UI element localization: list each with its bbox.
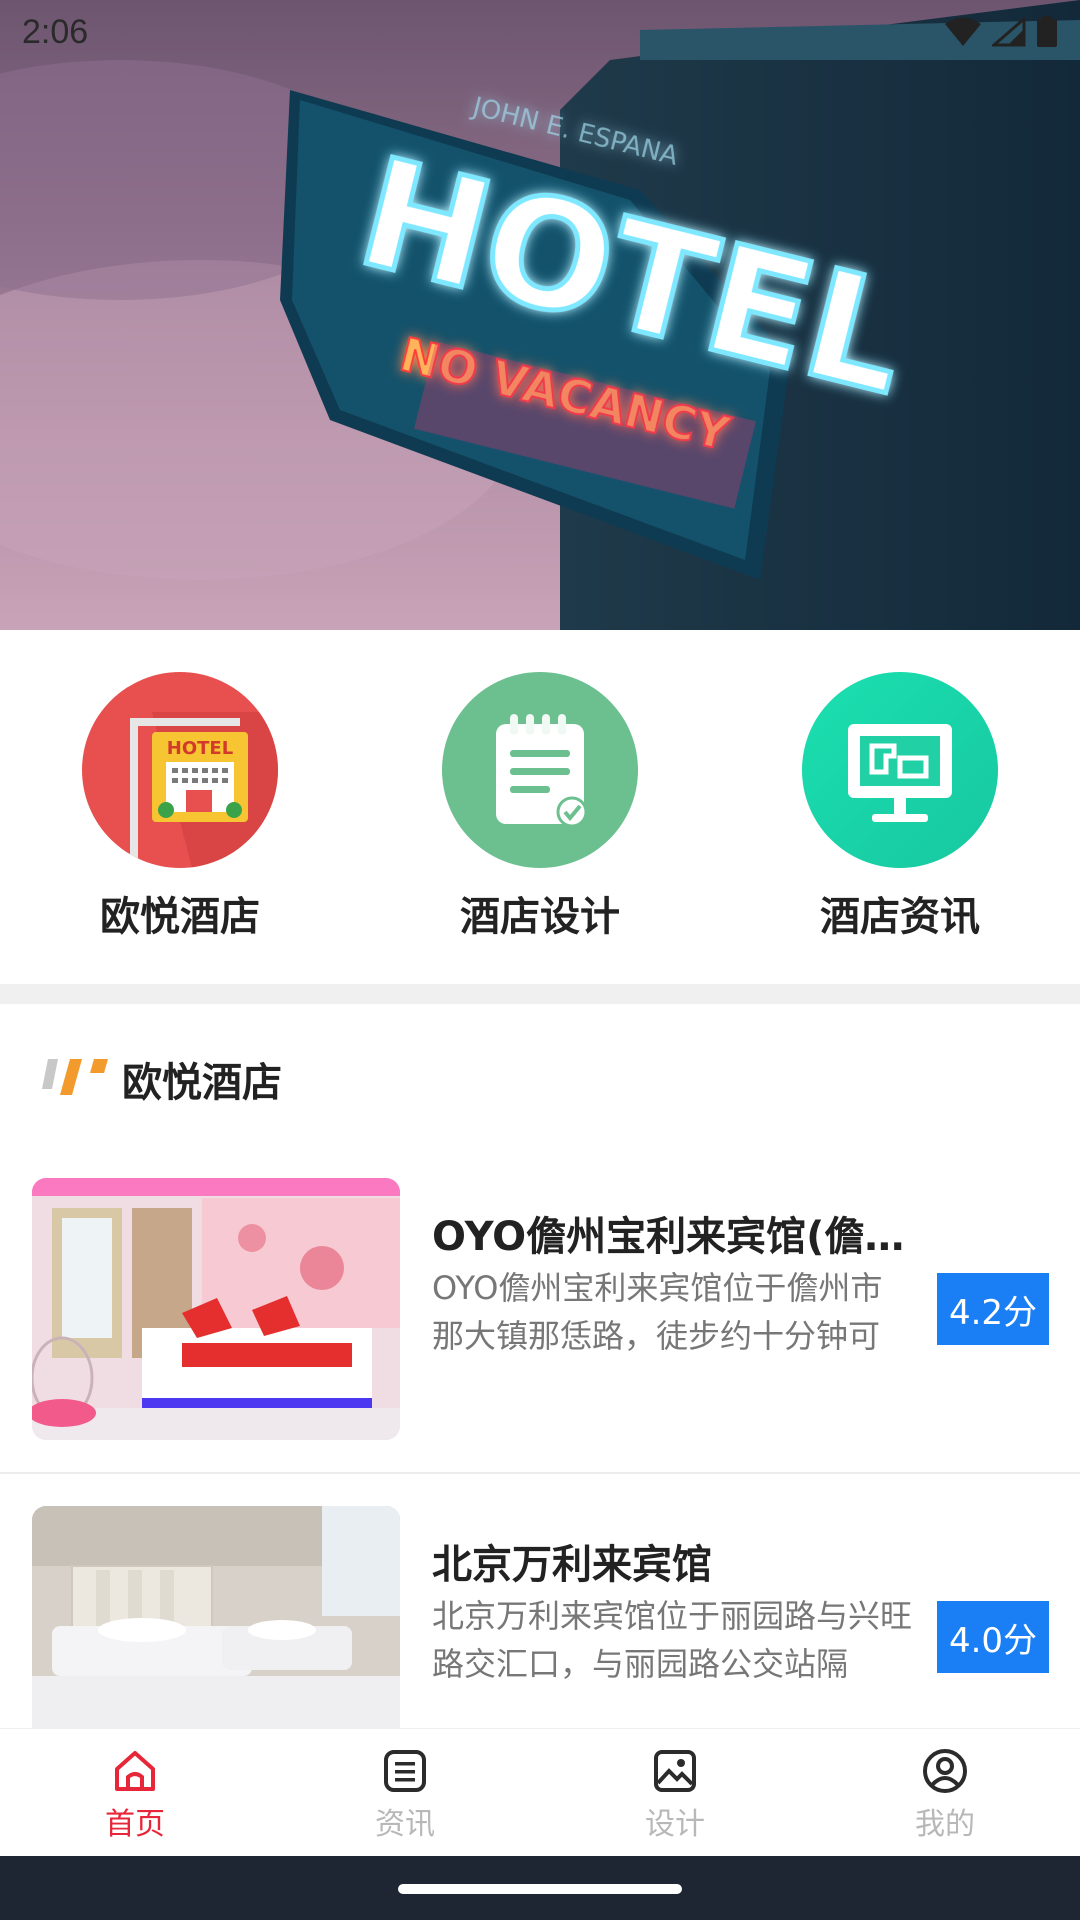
hotel-description: OYO儋州宝利来宾馆位于儋州市那大镇那恁路，徒步约十分钟可 — [432, 1269, 883, 1355]
nav-label: 首页 — [105, 1807, 165, 1842]
signal-icon — [992, 17, 1026, 47]
category-label: 欧悦酒店 — [100, 894, 260, 940]
hero-image: HOTEL NO VACANCY JOHN E. ESPANA — [0, 0, 1080, 630]
nav-item-home[interactable]: 首页 — [0, 1729, 270, 1857]
nav-label: 我的 — [915, 1807, 975, 1842]
wifi-icon — [945, 17, 981, 46]
bottom-nav: 首页 资讯 设计 我的 — [0, 1728, 1080, 1857]
nav-item-profile[interactable]: 我的 — [810, 1729, 1080, 1857]
battery-icon — [1037, 16, 1057, 47]
status-bar: 2:06 — [0, 0, 1080, 64]
hotel-score-badge: 4.2分 — [937, 1273, 1049, 1345]
category-label: 酒店资讯 — [820, 894, 980, 940]
section-header: 欧悦酒店 — [42, 1050, 282, 1108]
hotel-sign-icon: HOTEL — [82, 672, 278, 868]
status-time: 2:06 — [22, 12, 89, 51]
category-row: HOTEL 欧悦酒店 酒店设计 酒店资讯 — [0, 630, 1080, 984]
section-divider — [0, 984, 1080, 1004]
hotel-list-item[interactable]: OYO儋州宝利来宾馆(儋州那大镇店) OYO儋州宝利来宾馆位于儋州市那大镇那恁路… — [0, 1178, 1080, 1506]
news-icon — [384, 1750, 426, 1792]
hotel-name: OYO儋州宝利来宾馆(儋州那大镇店) — [432, 1214, 912, 1260]
hero-banner[interactable]: HOTEL NO VACANCY JOHN E. ESPANA 2:06 — [0, 0, 1080, 630]
category-hotel-design[interactable]: 酒店设计 — [440, 672, 640, 942]
list-separator — [0, 1472, 1080, 1474]
home-gesture-handle[interactable] — [398, 1884, 682, 1894]
category-hotel-news[interactable]: 酒店资讯 — [800, 672, 1000, 942]
home-icon — [115, 1751, 155, 1791]
section-stripes-icon — [42, 1059, 108, 1095]
category-label: 酒店设计 — [460, 894, 620, 940]
system-navigation-bar — [0, 1856, 1080, 1920]
monitor-icon — [802, 672, 998, 868]
nav-item-news[interactable]: 资讯 — [270, 1729, 540, 1857]
hotel-score-badge: 4.0分 — [937, 1601, 1049, 1673]
nav-label: 资讯 — [375, 1807, 435, 1842]
user-icon — [923, 1749, 967, 1793]
nav-label: 设计 — [645, 1807, 705, 1842]
image-icon — [654, 1750, 696, 1792]
section-title: 欧悦酒店 — [122, 1060, 282, 1106]
hotel-description: 北京万利来宾馆位于丽园路与兴旺路交汇口，与丽园路公交站隔 — [432, 1597, 912, 1683]
category-ouyue-hotel[interactable]: HOTEL 欧悦酒店 — [80, 672, 280, 942]
hotel-name: 北京万利来宾馆 — [432, 1542, 712, 1588]
status-icons — [944, 16, 1058, 48]
notepad-icon — [442, 672, 638, 868]
svg-text:HOTEL: HOTEL — [167, 738, 233, 759]
hotel-thumbnail — [32, 1178, 400, 1440]
nav-item-design[interactable]: 设计 — [540, 1729, 810, 1857]
